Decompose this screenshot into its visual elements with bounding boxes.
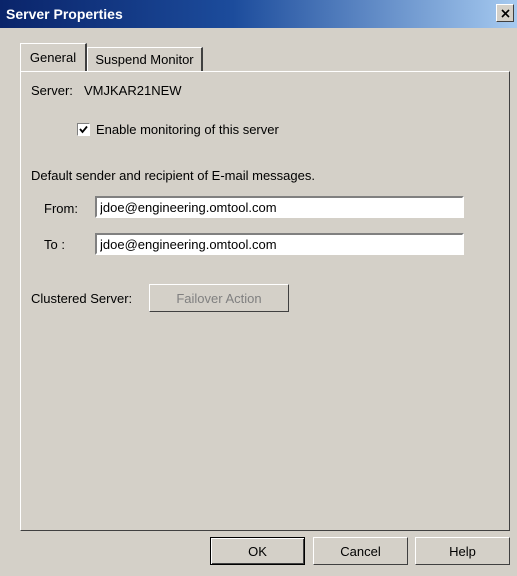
from-label: From: xyxy=(44,201,78,216)
tab-general[interactable]: General xyxy=(20,43,87,71)
server-label: Server: xyxy=(31,83,73,98)
cancel-button[interactable]: Cancel xyxy=(313,537,408,565)
email-section-label: Default sender and recipient of E-mail m… xyxy=(31,168,315,183)
to-label: To : xyxy=(44,237,65,252)
checkmark-icon xyxy=(79,125,88,134)
cancel-label: Cancel xyxy=(340,543,381,559)
tab-general-label: General xyxy=(29,50,77,65)
enable-monitoring-checkbox[interactable] xyxy=(77,123,90,136)
title-bar: Server Properties xyxy=(0,0,517,28)
to-email-field[interactable] xyxy=(95,233,464,255)
close-button[interactable] xyxy=(496,4,514,22)
ok-label: OK xyxy=(248,543,267,559)
window-title: Server Properties xyxy=(6,6,123,22)
ok-button[interactable]: OK xyxy=(210,537,305,565)
failover-action-label: Failover Action xyxy=(176,290,262,306)
close-icon xyxy=(500,8,510,18)
enable-monitoring-label[interactable]: Enable monitoring of this server xyxy=(96,122,279,137)
tab-suspend-monitor[interactable]: Suspend Monitor xyxy=(87,47,203,71)
failover-action-button[interactable]: Failover Action xyxy=(149,284,289,312)
help-label: Help xyxy=(449,543,476,559)
help-button[interactable]: Help xyxy=(415,537,510,565)
clustered-server-label: Clustered Server: xyxy=(31,291,133,306)
server-name: VMJKAR21NEW xyxy=(84,83,182,98)
from-email-field[interactable] xyxy=(95,196,464,218)
tab-suspend-monitor-label: Suspend Monitor xyxy=(95,52,194,67)
